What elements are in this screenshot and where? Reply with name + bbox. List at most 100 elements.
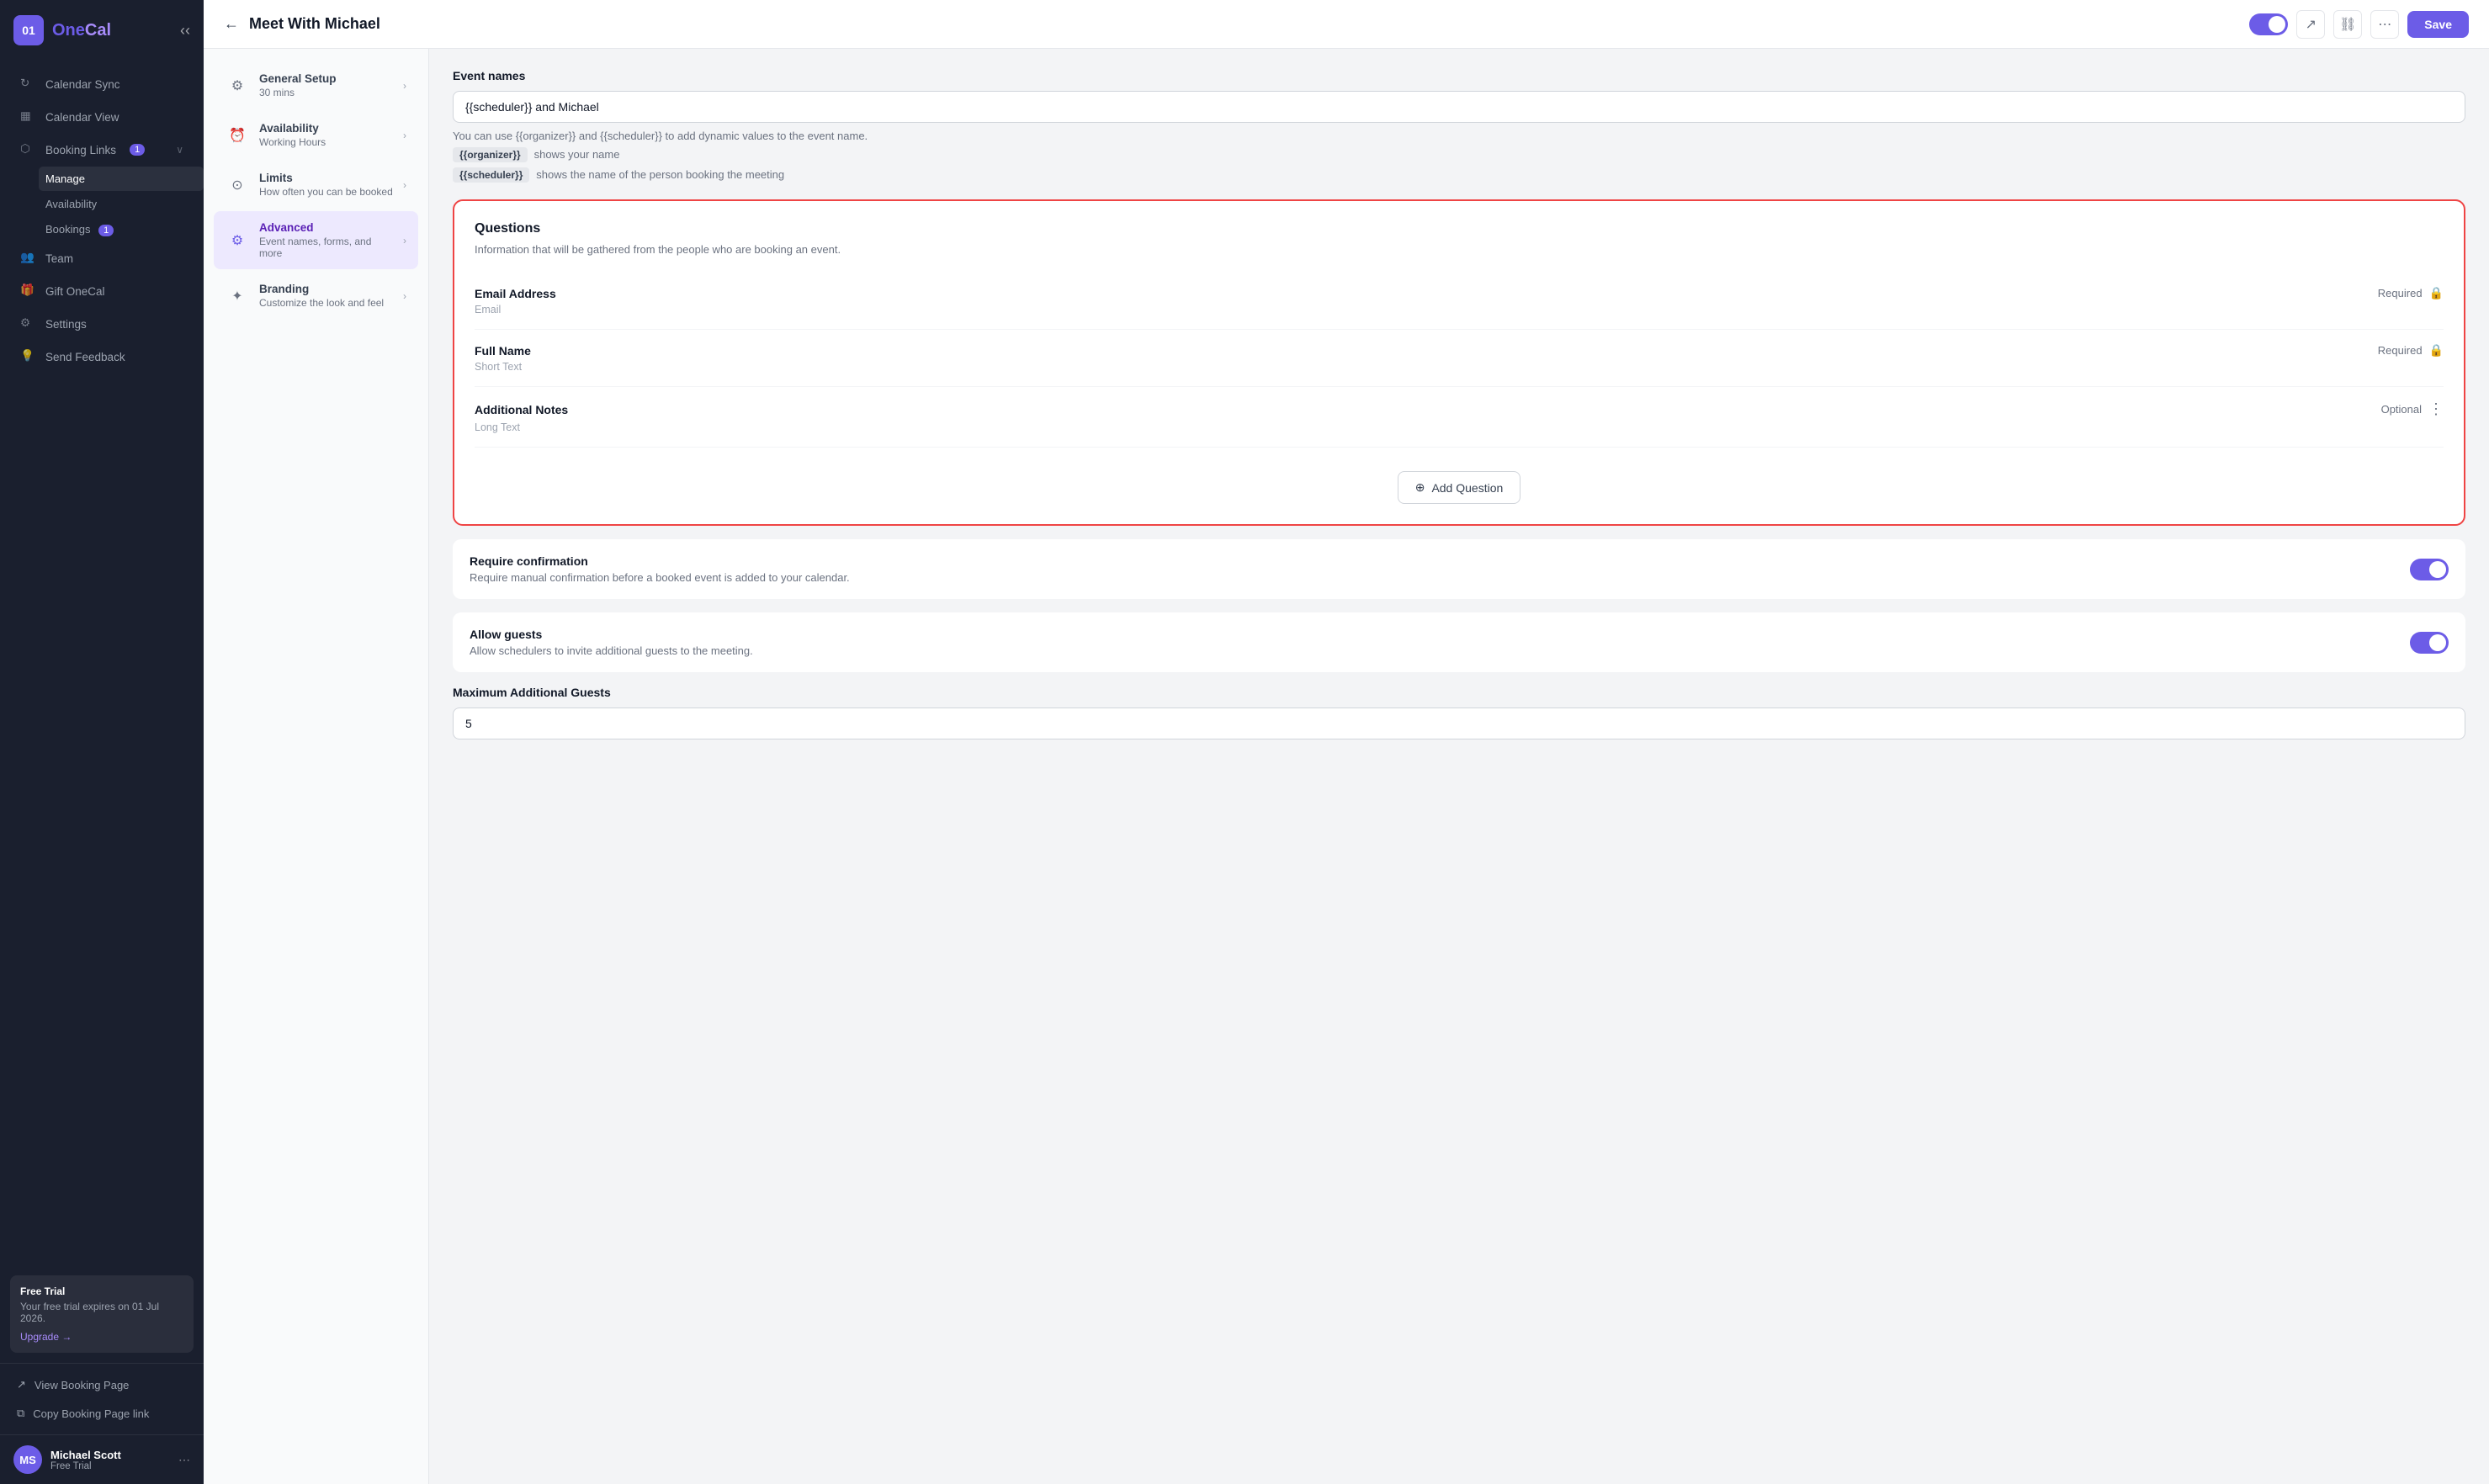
max-guests-section: Maximum Additional Guests	[453, 686, 2465, 739]
user-menu-icon[interactable]: ⋯	[178, 1453, 190, 1467]
allow-guests-toggle[interactable]	[2410, 632, 2449, 654]
more-options-button[interactable]: ⋯	[2370, 10, 2399, 39]
question-fullname-type: Short Text	[475, 361, 2444, 373]
add-question-button[interactable]: ⊕ Add Question	[1398, 471, 1521, 504]
require-confirmation-toggle[interactable]	[2410, 559, 2449, 580]
availability-icon: ⏰	[226, 124, 249, 147]
event-names-label: Event names	[453, 69, 2465, 82]
sidebar-item-gift[interactable]: 🎁 Gift OneCal	[7, 275, 197, 307]
max-guests-input[interactable]	[453, 708, 2465, 739]
add-question-icon: ⊕	[1415, 480, 1425, 495]
limits-sub: How often you can be booked	[259, 186, 393, 198]
sidebar-item-feedback[interactable]: 💡 Send Feedback	[7, 341, 197, 373]
organizer-desc: shows your name	[534, 148, 620, 161]
page-title: Meet With Michael	[249, 15, 380, 33]
sidebar-logo: 01 OneCal ‹‹	[0, 0, 204, 61]
panel-item-limits[interactable]: ⊙ Limits How often you can be booked ›	[214, 162, 418, 208]
advanced-icon: ⚙	[226, 229, 249, 252]
require-confirmation-title: Require confirmation	[470, 554, 850, 568]
user-plan: Free Trial	[50, 1461, 170, 1471]
feedback-icon: 💡	[20, 349, 35, 364]
panel-item-advanced[interactable]: ⚙ Advanced Event names, forms, and more …	[214, 211, 418, 269]
sidebar-item-manage[interactable]: Manage	[39, 167, 204, 191]
question-notes-status: Optional	[2381, 403, 2422, 416]
availability-title: Availability	[259, 122, 393, 135]
user-info: Michael Scott Free Trial	[50, 1449, 170, 1471]
content-area: ⚙ General Setup 30 mins › ⏰ Availability…	[204, 49, 2489, 1484]
calendar-view-icon: ▦	[20, 109, 35, 125]
panel-item-general[interactable]: ⚙ General Setup 30 mins ›	[214, 62, 418, 109]
sidebar-item-team[interactable]: 👥 Team	[7, 242, 197, 274]
event-names-input[interactable]	[453, 91, 2465, 123]
booking-links-badge: 1	[130, 144, 145, 156]
sidebar-item-bookings[interactable]: Bookings 1	[39, 217, 204, 241]
require-confirmation-desc: Require manual confirmation before a boo…	[470, 571, 850, 584]
upgrade-button[interactable]: Upgrade →	[20, 1331, 72, 1343]
advanced-arrow-icon: ›	[403, 235, 406, 246]
trial-desc: Your free trial expires on 01 Jul 2026.	[20, 1301, 183, 1324]
question-email-name: Email Address	[475, 287, 556, 300]
organizer-tag: {{organizer}}	[453, 147, 528, 162]
general-setup-icon: ⚙	[226, 74, 249, 98]
branding-arrow-icon: ›	[403, 290, 406, 302]
branding-title: Branding	[259, 283, 393, 295]
advanced-title: Advanced	[259, 221, 393, 234]
questions-desc: Information that will be gathered from t…	[475, 243, 2444, 256]
view-booking-link[interactable]: ↗ View Booking Page	[10, 1370, 194, 1399]
question-email-status: Required	[2378, 287, 2423, 299]
external-link-button[interactable]: ↗	[2296, 10, 2325, 39]
sidebar-sub-nav: Manage Availability Bookings 1	[0, 167, 204, 241]
question-notes-name: Additional Notes	[475, 403, 568, 416]
sidebar-item-booking-links[interactable]: ⬡ Booking Links 1 ∨	[7, 134, 197, 166]
question-fullname-name: Full Name	[475, 344, 531, 358]
back-button[interactable]: ←	[224, 15, 239, 33]
availability-sub: Working Hours	[259, 136, 393, 148]
branding-icon: ✦	[226, 284, 249, 308]
team-icon: 👥	[20, 251, 35, 266]
availability-arrow-icon: ›	[403, 130, 406, 141]
sidebar-links: ↗ View Booking Page ⧉ Copy Booking Page …	[0, 1363, 204, 1434]
question-email-type: Email	[475, 304, 2444, 315]
trial-title: Free Trial	[20, 1285, 183, 1297]
questions-card: Questions Information that will be gathe…	[453, 199, 2465, 526]
allow-guests-row: Allow guests Allow schedulers to invite …	[453, 612, 2465, 672]
save-button[interactable]: Save	[2407, 11, 2469, 38]
chevron-icon: ∨	[176, 144, 183, 156]
advanced-sub: Event names, forms, and more	[259, 236, 393, 259]
general-setup-title: General Setup	[259, 72, 393, 85]
branding-sub: Customize the look and feel	[259, 297, 393, 309]
panel-item-branding[interactable]: ✦ Branding Customize the look and feel ›	[214, 273, 418, 319]
user-name: Michael Scott	[50, 1449, 170, 1461]
question-fullname: Full Name Required 🔒 Short Text	[475, 330, 2444, 387]
sidebar-nav: ↻ Calendar Sync ▦ Calendar View ⬡ Bookin…	[0, 61, 204, 1265]
avatar: MS	[13, 1445, 42, 1474]
user-profile: MS Michael Scott Free Trial ⋯	[0, 1434, 204, 1484]
question-notes: Additional Notes Optional ⋮ Long Text	[475, 387, 2444, 448]
copy-link-button[interactable]: ⛓	[2333, 10, 2362, 39]
sidebar-item-settings[interactable]: ⚙ Settings	[7, 308, 197, 340]
panel-item-availability[interactable]: ⏰ Availability Working Hours ›	[214, 112, 418, 158]
general-setup-sub: 30 mins	[259, 87, 393, 98]
question-fullname-status: Required	[2378, 344, 2423, 357]
gift-icon: 🎁	[20, 284, 35, 299]
allow-guests-title: Allow guests	[470, 628, 753, 641]
lock-icon-fullname: 🔒	[2429, 343, 2444, 358]
lock-icon-email: 🔒	[2429, 286, 2444, 300]
trial-banner: Free Trial Your free trial expires on 01…	[10, 1275, 194, 1353]
calendar-sync-icon: ↻	[20, 77, 35, 92]
collapse-icon[interactable]: ‹‹	[180, 22, 190, 40]
sidebar-item-calendar-sync[interactable]: ↻ Calendar Sync	[7, 68, 197, 100]
scheduler-tag-row: {{scheduler}} shows the name of the pers…	[453, 167, 2465, 183]
require-confirmation-row: Require confirmation Require manual conf…	[453, 539, 2465, 599]
copy-booking-link[interactable]: ⧉ Copy Booking Page link	[10, 1399, 194, 1428]
logo-text: OneCal	[52, 21, 111, 40]
organizer-tag-row: {{organizer}} shows your name	[453, 147, 2465, 162]
sidebar-item-calendar-view[interactable]: ▦ Calendar View	[7, 101, 197, 133]
sidebar-item-availability[interactable]: Availability	[39, 192, 204, 216]
event-toggle[interactable]	[2249, 13, 2288, 35]
scheduler-desc: shows the name of the person booking the…	[536, 168, 784, 181]
event-names-help: You can use {{organizer}} and {{schedule…	[453, 130, 2465, 142]
dots-menu-icon[interactable]: ⋮	[2428, 400, 2444, 418]
limits-arrow-icon: ›	[403, 179, 406, 191]
max-guests-label: Maximum Additional Guests	[453, 686, 2465, 699]
